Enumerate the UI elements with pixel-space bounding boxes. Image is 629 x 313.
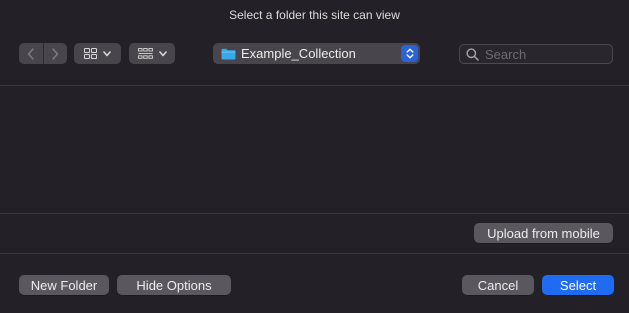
search-input[interactable] [485, 46, 605, 62]
location-stepper [401, 45, 418, 62]
location-popup[interactable]: Example_Collection [213, 43, 420, 64]
group-grid-icon [137, 48, 153, 59]
toolbar: Example_Collection [0, 43, 629, 65]
new-folder-button[interactable]: New Folder [19, 275, 109, 295]
back-button[interactable] [19, 43, 43, 64]
select-button[interactable]: Select [542, 275, 614, 295]
file-browser-area[interactable] [0, 86, 629, 213]
hide-options-button[interactable]: Hide Options [117, 275, 231, 295]
forward-button[interactable] [42, 43, 68, 64]
history-navigation [19, 43, 67, 64]
chevron-down-icon [103, 50, 111, 56]
folder-icon [221, 48, 236, 59]
search-icon [466, 47, 479, 61]
cancel-button[interactable]: Cancel [462, 275, 534, 295]
upload-from-mobile-button[interactable]: Upload from mobile [474, 223, 613, 243]
group-by-button[interactable] [129, 43, 175, 64]
chevron-right-icon [52, 47, 59, 60]
up-down-chevron-icon [406, 48, 413, 59]
location-label: Example_Collection [241, 46, 356, 61]
search-field [459, 44, 613, 64]
icon-grid-icon [84, 48, 97, 59]
chevron-down-icon [158, 50, 167, 56]
view-mode-button[interactable] [74, 43, 121, 64]
options-divider [0, 253, 629, 254]
chevron-left-icon [27, 47, 34, 60]
dialog-title: Select a folder this site can view [229, 8, 400, 22]
browser-divider [0, 213, 629, 214]
